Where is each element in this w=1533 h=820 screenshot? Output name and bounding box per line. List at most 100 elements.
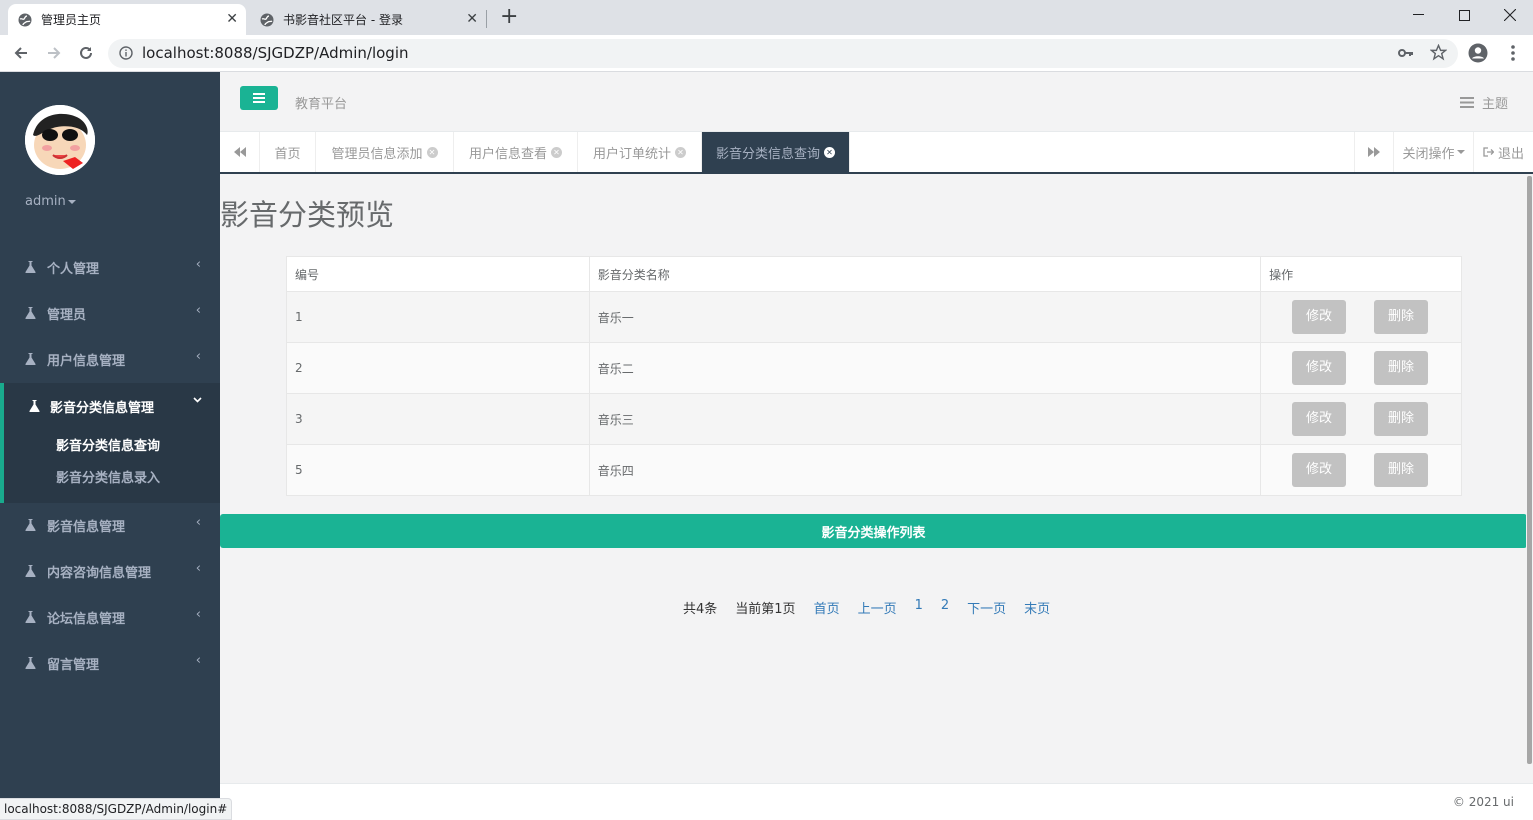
tab-admin-add[interactable]: 管理员信息添加 ✕ [316, 132, 454, 172]
sidebar-item-label: 影音分类信息管理 [50, 401, 155, 416]
cell-id: 2 [286, 342, 590, 394]
sidebar-item-messages[interactable]: 留言管理 ‹ [0, 640, 220, 686]
copyright-text: © 2021 ui [1452, 795, 1514, 809]
window-close-icon[interactable] [1487, 0, 1533, 30]
pager-current: 当前第1页 [735, 602, 796, 617]
close-operations-dropdown[interactable]: 关闭操作 [1394, 132, 1474, 172]
tab-separator [486, 10, 487, 28]
cell-actions: 修改 删除 [1260, 393, 1462, 445]
tab-label: 影音分类信息查询 [715, 146, 820, 162]
sidebar-item-label: 用户信息管理 [47, 354, 126, 369]
address-bar[interactable]: localhost:8088/SJGDZP/Admin/login [108, 39, 1458, 68]
sidebar-item-admin[interactable]: 管理员 ‹ [0, 290, 220, 336]
pager-prev-link[interactable]: 上一页 [858, 598, 897, 617]
reload-icon[interactable] [75, 42, 97, 64]
profile-icon[interactable] [1467, 42, 1489, 64]
pager-total: 共4条 [683, 602, 718, 617]
main-content: 影音分类预览 编号 影音分类名称 操作 1 音乐一 修改 删除 2 音乐二 修改删… [220, 174, 1533, 783]
chevron-down-icon [193, 397, 202, 403]
flask-icon [29, 400, 40, 412]
close-icon[interactable]: ✕ [466, 11, 478, 27]
tab-close-icon[interactable]: ✕ [824, 146, 835, 158]
page-title: 影音分类预览 [220, 198, 395, 232]
tab-media-category-query[interactable]: 影音分类信息查询 ✕ [702, 132, 850, 172]
operation-list-label: 影音分类操作列表 [821, 525, 926, 541]
pager-last-link[interactable]: 末页 [1024, 598, 1050, 617]
tab-user-info-view[interactable]: 用户信息查看 ✕ [454, 132, 578, 172]
browser-toolbar: localhost:8088/SJGDZP/Admin/login [0, 35, 1533, 72]
sidebar-item-media-category[interactable]: 影音分类信息管理 [4, 383, 220, 429]
sign-out-icon [1483, 147, 1494, 157]
forward-arrow-icon[interactable] [43, 42, 65, 64]
edit-button[interactable]: 修改 [1292, 351, 1347, 385]
delete-button[interactable]: 删除 [1374, 351, 1429, 385]
back-arrow-icon[interactable] [10, 42, 32, 64]
sidebar-subitem-media-category-query[interactable]: 影音分类信息查询 [56, 435, 160, 454]
tab-close-icon[interactable]: ✕ [675, 146, 686, 158]
table-header-row: 编号 影音分类名称 操作 [286, 256, 1462, 292]
brand-text: 教育平台 [295, 97, 348, 112]
category-table: 编号 影音分类名称 操作 1 音乐一 修改 删除 2 音乐二 修改 删除 3 音乐三… [286, 256, 1462, 496]
cell-actions: 修改 删除 [1260, 342, 1462, 394]
scrollbar-thumb[interactable] [1527, 176, 1532, 764]
maximize-icon[interactable] [1441, 0, 1487, 30]
edit-button[interactable]: 修改 [1292, 453, 1347, 487]
operation-list-bar[interactable]: 影音分类操作列表 [220, 514, 1527, 548]
edit-button[interactable]: 修改 [1292, 402, 1347, 436]
chevron-left-icon: ‹ [195, 561, 201, 576]
cell-name: 音乐一 [588, 291, 1262, 343]
browser-tab-admin-home[interactable]: 管理员主页 ✕ [8, 4, 246, 35]
key-icon[interactable] [1398, 46, 1414, 60]
sidebar-item-personal[interactable]: 个人管理 ‹ [0, 244, 220, 290]
browser-tab-login[interactable]: 书影音社区平台 - 登录 ✕ [250, 4, 486, 35]
minimize-icon[interactable] [1395, 0, 1441, 30]
chevron-left-icon: ‹ [195, 257, 201, 272]
menu-toggle-button[interactable] [240, 86, 278, 110]
content-tabs: 首页 管理员信息添加 ✕ 用户信息查看 ✕ 用户订单统计 ✕ 影音分类信息查询 ✕ 关闭… [220, 132, 1533, 174]
globe-icon [260, 13, 274, 27]
cell-name: 音乐三 [588, 393, 1262, 445]
cell-name: 音乐四 [588, 444, 1262, 496]
edit-button[interactable]: 修改 [1292, 300, 1347, 334]
cell-name: 音乐二 [588, 342, 1262, 394]
tab-home[interactable]: 首页 [260, 132, 316, 172]
pager-page-1-link[interactable]: 1 [915, 598, 923, 617]
new-tab-plus-icon[interactable]: + [500, 6, 518, 28]
sidebar-subitem-media-category-entry[interactable]: 影音分类信息录入 [56, 467, 160, 486]
user-name-dropdown[interactable]: admin [25, 194, 76, 209]
backward-icon [233, 147, 246, 157]
sidebar-item-label: 内容咨询信息管理 [47, 566, 152, 581]
more-menu-icon[interactable] [1502, 42, 1524, 64]
flask-icon [25, 611, 36, 623]
tab-close-icon[interactable]: ✕ [426, 146, 438, 158]
theme-button[interactable]: 主题 [1459, 93, 1508, 112]
bookmark-star-icon[interactable] [1430, 44, 1447, 61]
info-icon[interactable] [119, 46, 133, 60]
forward-icon [1368, 147, 1380, 157]
chevron-left-icon: ‹ [195, 653, 201, 668]
tab-user-order-stats[interactable]: 用户订单统计 ✕ [578, 132, 702, 172]
sidebar-item-forum[interactable]: 论坛信息管理 ‹ [0, 594, 220, 640]
tab-close-icon[interactable]: ✕ [551, 146, 562, 158]
pager-next-link[interactable]: 下一页 [967, 598, 1006, 617]
delete-button[interactable]: 删除 [1374, 402, 1429, 436]
avatar[interactable] [25, 105, 95, 175]
table-row: 5 音乐四 修改 删除 [286, 444, 1462, 496]
delete-button[interactable]: 删除 [1374, 453, 1429, 487]
table-row: 2 音乐二 修改 删除 [286, 342, 1462, 394]
logout-button[interactable]: 退出 [1474, 132, 1533, 172]
cell-actions: 修改 删除 [1260, 444, 1462, 496]
close-icon[interactable]: ✕ [226, 11, 238, 27]
tabs-scroll-left-button[interactable] [220, 132, 260, 172]
browser-status-url: localhost:8088/SJGDZP/Admin/login# [0, 798, 233, 820]
delete-button[interactable]: 删除 [1374, 300, 1429, 334]
sidebar-item-user-info[interactable]: 用户信息管理 ‹ [0, 336, 220, 382]
top-navbar: 教育平台 主题 [220, 72, 1533, 132]
pager-first-link[interactable]: 首页 [814, 598, 840, 617]
cell-id: 1 [286, 291, 590, 343]
sidebar-item-media-info[interactable]: 影音信息管理 ‹ [0, 502, 220, 548]
tabs-scroll-right-button[interactable] [1354, 132, 1394, 172]
pager-page-2-link[interactable]: 2 [941, 598, 949, 617]
sidebar-item-content-consult[interactable]: 内容咨询信息管理 ‹ [0, 548, 220, 594]
browser-tab-title: 书影音社区平台 - 登录 [283, 13, 403, 27]
